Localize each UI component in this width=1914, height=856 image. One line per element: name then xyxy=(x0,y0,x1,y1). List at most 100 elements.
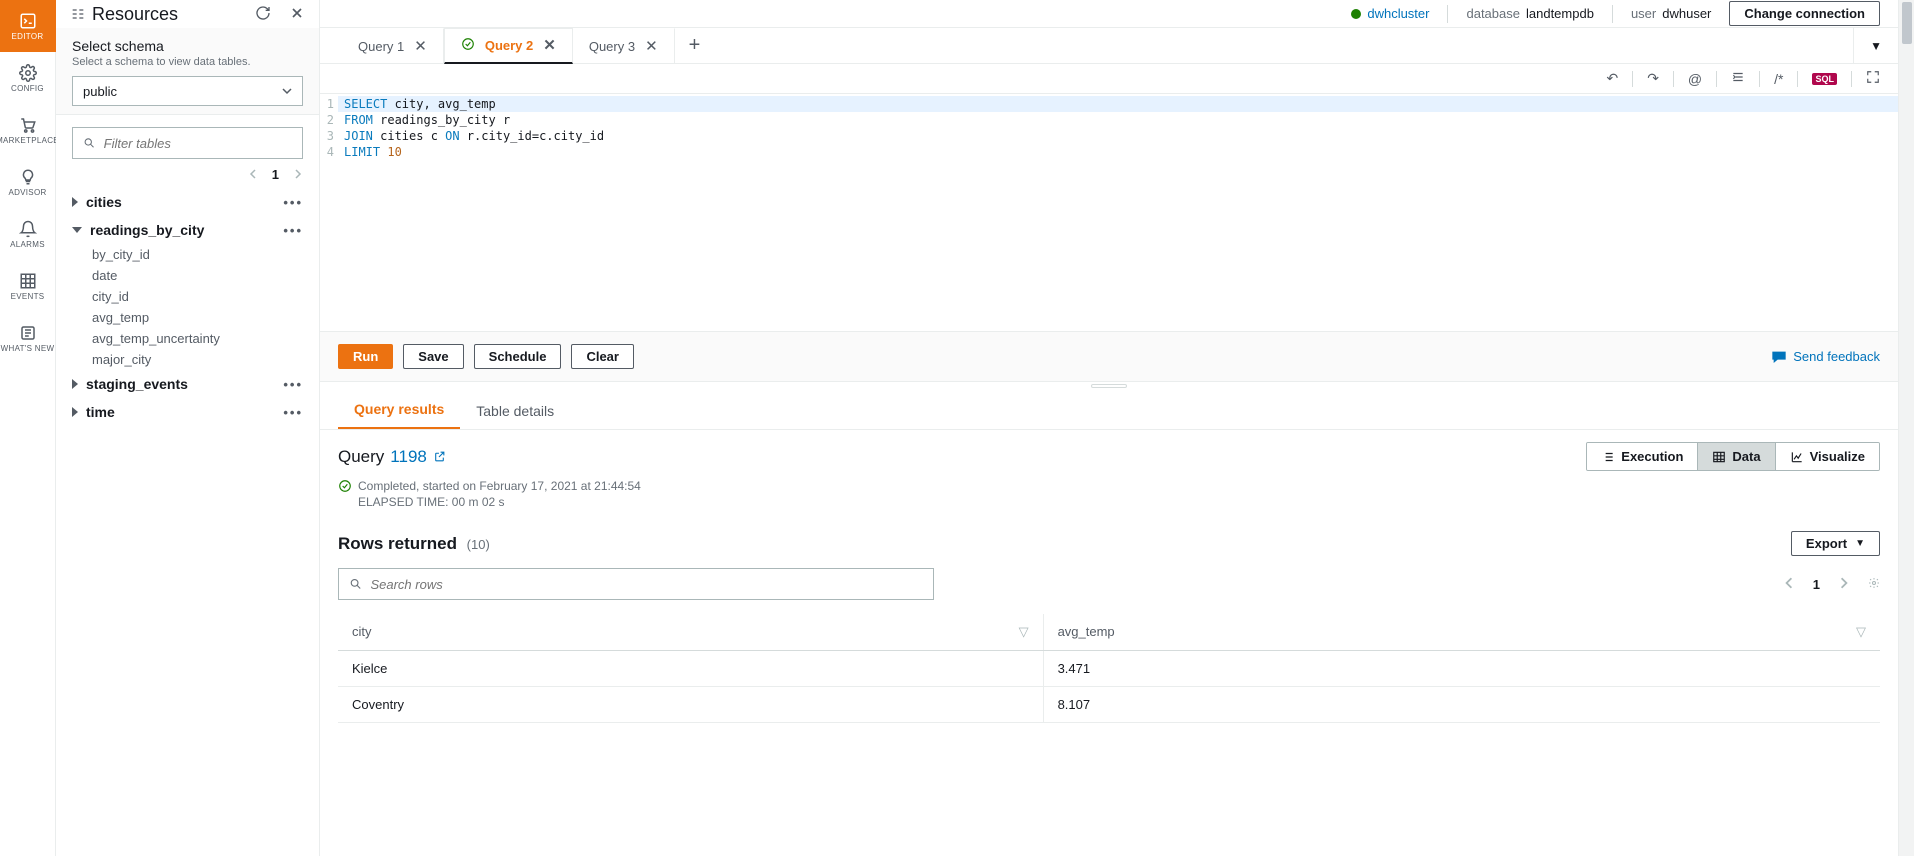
view-execution[interactable]: Execution xyxy=(1587,443,1698,470)
table-item[interactable]: time ••• xyxy=(72,398,303,426)
fullscreen-button[interactable] xyxy=(1866,70,1880,87)
send-feedback-link[interactable]: Send feedback xyxy=(1771,349,1880,364)
status-dot-icon xyxy=(1351,9,1361,19)
column-item[interactable]: avg_temp xyxy=(92,307,303,328)
rows-search-input[interactable] xyxy=(338,568,934,600)
pager-prev[interactable] xyxy=(248,167,258,182)
code-line[interactable]: JOIN cities c ON r.city_id=c.city_id xyxy=(338,128,1898,144)
table-row[interactable]: Coventry8.107 xyxy=(338,687,1880,723)
vnav-label: MARKETPLACE xyxy=(0,136,59,145)
run-button[interactable]: Run xyxy=(338,344,393,369)
redo-button[interactable]: ↷ xyxy=(1647,70,1659,87)
list-icon xyxy=(1601,450,1615,464)
close-panel-button[interactable] xyxy=(289,5,305,24)
cluster-link[interactable]: dwhcluster xyxy=(1367,6,1429,21)
resize-handle[interactable] xyxy=(320,382,1898,390)
chevron-right-icon xyxy=(1838,577,1850,589)
sort-icon: ▽ xyxy=(1019,624,1029,640)
indent-icon xyxy=(1731,70,1745,84)
rows-returned-title: Rows returned xyxy=(338,534,457,553)
table-name: cities xyxy=(86,194,122,210)
query-tab[interactable]: Query 1✕ xyxy=(342,28,444,64)
table-icon xyxy=(1712,450,1726,464)
export-button[interactable]: Export ▼ xyxy=(1791,531,1880,556)
close-tab-button[interactable]: ✕ xyxy=(414,37,427,55)
query-tab[interactable]: Query 3✕ xyxy=(573,28,675,64)
pager-next[interactable] xyxy=(293,167,303,182)
caret-right-icon xyxy=(72,379,78,389)
sort-icon: ▽ xyxy=(1856,624,1866,640)
rows-returned-count: (10) xyxy=(467,537,490,552)
db-label: database xyxy=(1466,6,1520,21)
view-data[interactable]: Data xyxy=(1698,443,1775,470)
filter-tables-input[interactable] xyxy=(72,127,303,159)
table-menu-button[interactable]: ••• xyxy=(283,223,303,238)
check-circle-icon xyxy=(338,479,352,493)
comment-button[interactable]: /* xyxy=(1774,71,1783,87)
tab-query-results[interactable]: Query results xyxy=(338,391,460,429)
rows-pager-next[interactable] xyxy=(1838,577,1850,592)
result-tabs: Query results Table details xyxy=(320,390,1898,430)
query-tab[interactable]: Query 2✕ xyxy=(444,28,573,64)
query-tabs: Query 1✕Query 2✕Query 3✕ + ▼ xyxy=(320,28,1898,64)
vnav-events[interactable]: EVENTS xyxy=(0,260,56,312)
sql-badge: SQL xyxy=(1812,73,1837,85)
vnav-editor[interactable]: EDITOR xyxy=(0,0,56,52)
bulb-icon xyxy=(19,168,37,186)
indent-button[interactable] xyxy=(1731,70,1745,87)
rows-settings-button[interactable] xyxy=(1868,577,1880,592)
save-button[interactable]: Save xyxy=(403,344,463,369)
table-row[interactable]: Kielce3.471 xyxy=(338,651,1880,687)
column-item[interactable]: city_id xyxy=(92,286,303,307)
vnav-label: CONFIG xyxy=(11,84,44,93)
undo-button[interactable]: ↶ xyxy=(1606,70,1618,87)
user-value: dwhuser xyxy=(1662,6,1711,21)
results-table: city▽avg_temp▽ Kielce3.471Coventry8.107 xyxy=(338,614,1880,723)
tabs-menu-button[interactable]: ▼ xyxy=(1853,28,1898,64)
refresh-button[interactable] xyxy=(255,5,271,24)
column-item[interactable]: by_city_id xyxy=(92,244,303,265)
vnav-config[interactable]: CONFIG xyxy=(0,52,56,104)
schema-select[interactable]: public xyxy=(72,76,303,106)
table-menu-button[interactable]: ••• xyxy=(283,405,303,420)
code-line[interactable]: SELECT city, avg_temp xyxy=(338,96,1898,112)
column-item[interactable]: date xyxy=(92,265,303,286)
column-item[interactable]: avg_temp_uncertainty xyxy=(92,328,303,349)
vnav-whatsnew[interactable]: WHAT'S NEW xyxy=(0,312,56,364)
table-name: staging_events xyxy=(86,376,188,392)
vnav-marketplace[interactable]: MARKETPLACE xyxy=(0,104,56,156)
column-header[interactable]: avg_temp▽ xyxy=(1043,614,1880,651)
schedule-button[interactable]: Schedule xyxy=(474,344,562,369)
cell: 3.471 xyxy=(1043,651,1880,687)
feedback-icon xyxy=(1771,350,1787,364)
vnav-advisor[interactable]: ADVISOR xyxy=(0,156,56,208)
add-tab-button[interactable]: + xyxy=(675,34,715,57)
sql-editor[interactable]: 1234 SELECT city, avg_tempFROM readings_… xyxy=(320,94,1898,332)
close-tab-button[interactable]: ✕ xyxy=(543,36,556,54)
table-item[interactable]: readings_by_city ••• xyxy=(72,216,303,244)
change-connection-button[interactable]: Change connection xyxy=(1729,1,1880,26)
results-body: Query 1198 Execution Data Visualize xyxy=(320,430,1898,856)
rows-pager-prev[interactable] xyxy=(1783,577,1795,592)
column-header[interactable]: city▽ xyxy=(338,614,1043,651)
user-label: user xyxy=(1631,6,1656,21)
view-visualize[interactable]: Visualize xyxy=(1776,443,1879,470)
chevron-left-icon xyxy=(248,169,258,179)
clear-button[interactable]: Clear xyxy=(571,344,634,369)
column-item[interactable]: major_city xyxy=(92,349,303,370)
table-menu-button[interactable]: ••• xyxy=(283,195,303,210)
at-button[interactable]: @ xyxy=(1688,71,1702,87)
vnav-alarms[interactable]: ALARMS xyxy=(0,208,56,260)
close-tab-button[interactable]: ✕ xyxy=(645,37,658,55)
scroll-thumb[interactable] xyxy=(1902,2,1912,44)
pager-current: 1 xyxy=(272,167,279,182)
query-id-link[interactable]: 1198 xyxy=(390,447,427,467)
scrollbar[interactable] xyxy=(1898,0,1914,856)
code-line[interactable]: LIMIT 10 xyxy=(338,144,1898,160)
table-menu-button[interactable]: ••• xyxy=(283,377,303,392)
tab-table-details[interactable]: Table details xyxy=(460,393,570,429)
code-line[interactable]: FROM readings_by_city r xyxy=(338,112,1898,128)
table-item[interactable]: cities ••• xyxy=(72,188,303,216)
resources-title: Resources xyxy=(70,4,178,25)
table-item[interactable]: staging_events ••• xyxy=(72,370,303,398)
